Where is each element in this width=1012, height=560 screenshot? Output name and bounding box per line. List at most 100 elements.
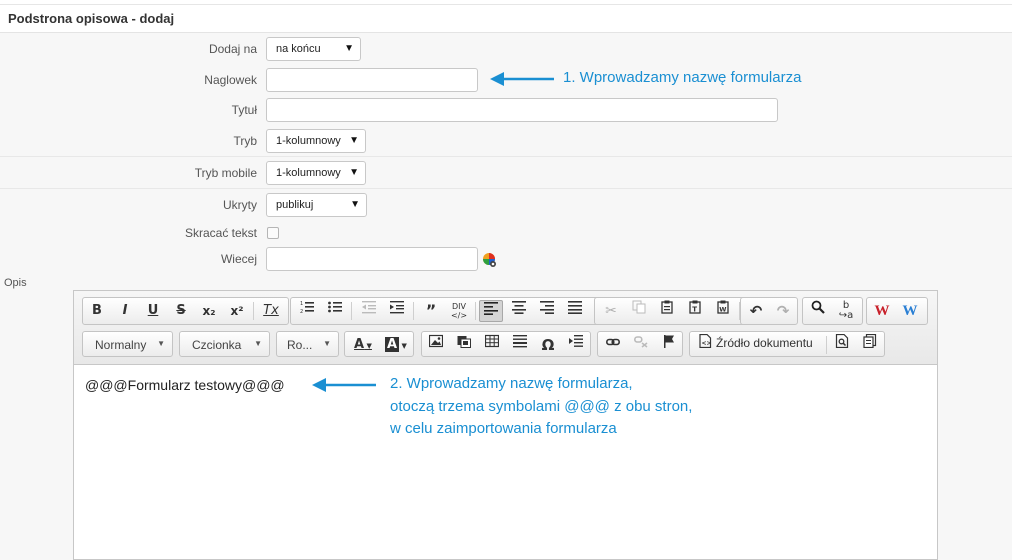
svg-text:<>: <> [702,340,712,347]
horizontal-rule-icon[interactable] [508,334,532,356]
row-tryb: Tryb 1-kolumnowy ▼ [0,125,1012,157]
format-combo[interactable]: Normalny ▼ [82,331,173,357]
paste-from-word-icon[interactable]: W [711,300,735,322]
toolbar-separator [413,302,414,320]
paste-icon[interactable] [655,300,679,322]
svg-text:1: 1 [300,301,303,307]
flash-icon[interactable] [452,334,476,356]
combo-arrow-icon: ▼ [323,339,331,348]
combo-arrow-icon: ▼ [254,339,262,348]
copy-icon[interactable] [627,300,651,322]
text-color-button[interactable]: A ▼ [348,334,378,356]
dodaj-na-label: Dodaj na [208,42,257,56]
page-title: Podstrona opisowa - dodaj [8,11,175,26]
dodaj-na-value: na końcu [276,43,321,55]
bold-button[interactable]: B [85,300,109,322]
annotation-2-line-2: otoczą trzema symbolami @@@ z obu stron, [390,398,693,415]
underline-button[interactable]: U [141,300,165,322]
wiecej-input[interactable] [266,247,478,271]
anchor-flag-icon[interactable] [657,334,681,356]
toolbar-group-word: W W [866,297,928,325]
toolbar-separator [351,302,352,320]
combo-arrow-icon: ▼ [157,339,165,348]
ukryty-select[interactable]: publikuj ▼ [266,193,367,217]
dropdown-arrow-icon: ▼ [350,199,360,210]
align-justify-icon[interactable] [563,300,587,322]
toolbar-group-insert: Ω [421,331,591,357]
row-tytul: Tytuł [0,94,1012,126]
strikethrough-button[interactable]: S [169,300,193,322]
svg-text:T: T [692,306,697,314]
title-bar: Podstrona opisowa - dodaj [0,5,1012,33]
align-center-icon[interactable] [507,300,531,322]
cut-icon[interactable]: ✂ [599,300,623,322]
unlink-icon[interactable] [629,334,653,356]
toolbar-group-links [597,331,683,357]
outdent-icon[interactable] [357,300,381,322]
toolbar-separator [475,302,476,320]
toolbar-separator [253,302,254,320]
find-icon[interactable] [806,300,830,322]
link-icon[interactable] [601,334,625,356]
toolbar-separator [826,336,827,354]
toolbar-group-basicstyles: B I U S x₂ x² Tx [82,297,289,325]
editor-content[interactable]: @@@Formularz testowy@@@ [85,377,285,393]
ukryty-value: publikuj [276,199,314,211]
tryb-value: 1-kolumnowy [276,135,341,147]
tryb-select[interactable]: 1-kolumnowy ▼ [266,129,366,153]
svg-text:W: W [719,306,726,314]
tytul-input[interactable] [266,98,778,122]
annotation-1: 1. Wprowadzamy nazwę formularza [563,69,802,86]
templates-icon[interactable] [858,333,882,356]
table-icon[interactable] [480,334,504,356]
annotation-arrow-1 [490,72,554,86]
paste-text-icon[interactable]: T [683,300,707,322]
font-combo-value: Czcionka [192,338,242,352]
tryb-mobile-select[interactable]: 1-kolumnowy ▼ [266,161,366,185]
size-combo-value: Ro... [287,338,313,352]
row-ukryty: Ukryty publikuj ▼ [0,189,1012,221]
superscript-button[interactable]: x² [225,300,249,322]
color-picker-icon[interactable] [482,252,498,268]
replace-icon[interactable]: b ↪a [834,300,858,322]
skracac-checkbox[interactable] [267,227,279,239]
dropdown-arrow-icon: ▼ [349,167,359,178]
row-dodaj-na: Dodaj na na końcu ▼ [0,33,1012,65]
editor-toolbar: B I U S x₂ x² Tx 12 ” DIV </> ✂ T W ↶ ↷ … [74,291,937,365]
undo-icon[interactable]: ↶ [744,300,768,322]
word-blue-button[interactable]: W [898,300,922,322]
special-char-button[interactable]: Ω [536,334,560,356]
wiecej-label: Wiecej [220,252,257,266]
numbered-list-icon[interactable]: 12 [295,300,319,322]
source-button-label[interactable]: Źródło dokumentu [716,336,813,350]
align-left-icon[interactable] [479,300,503,322]
redo-icon[interactable]: ↷ [771,300,795,322]
align-right-icon[interactable] [535,300,559,322]
source-icon[interactable]: <> [693,333,717,356]
tytul-label: Tytuł [231,103,257,117]
naglowek-input[interactable] [266,68,478,92]
format-combo-value: Normalny [95,338,147,352]
indent-icon[interactable] [385,300,409,322]
annotation-2-line-1: 2. Wprowadzamy nazwę formularza, [390,375,633,392]
create-div-icon[interactable]: DIV </> [447,300,471,322]
annotation-2-line-3: w celu zaimportowania formularza [390,420,617,437]
subscript-button[interactable]: x₂ [197,300,221,322]
preview-icon[interactable] [830,333,854,356]
background-color-button[interactable]: A ▼ [381,334,411,356]
dropdown-arrow-icon: ▼ [349,135,359,146]
annotation-arrow-2 [312,378,376,392]
tryb-mobile-value: 1-kolumnowy [276,167,341,179]
bulleted-list-icon[interactable] [323,300,347,322]
italic-button[interactable]: I [113,300,137,322]
word-red-button[interactable]: W [870,300,894,322]
image-icon[interactable] [424,334,448,356]
size-combo[interactable]: Ro... ▼ [276,331,339,357]
opis-label: Opis [4,277,27,289]
font-combo[interactable]: Czcionka ▼ [179,331,270,357]
page-break-icon[interactable] [564,334,588,356]
toolbar-group-document: <> Źródło dokumentu [689,331,885,357]
remove-format-button[interactable]: Tx [259,300,283,322]
dodaj-na-select[interactable]: na końcu ▼ [266,37,361,61]
blockquote-icon[interactable]: ” [419,300,443,322]
